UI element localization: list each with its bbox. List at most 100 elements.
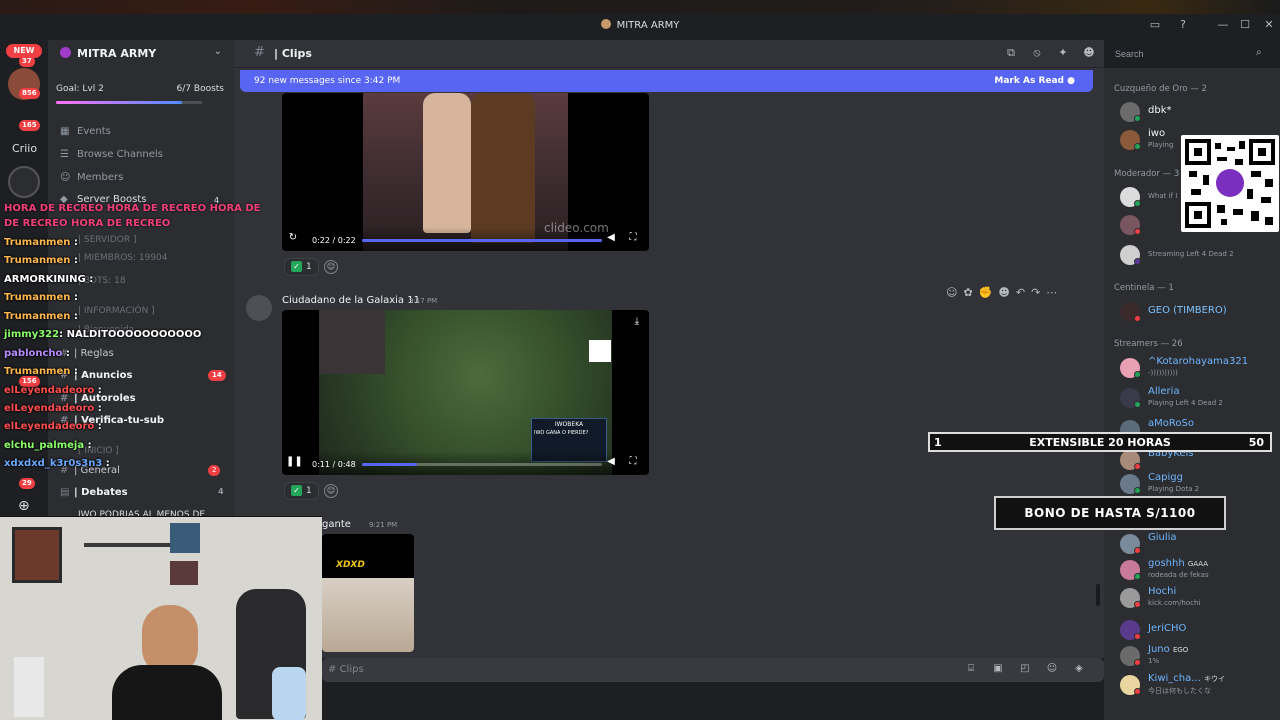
emoji-react-icon[interactable]: ☺ — [946, 286, 963, 299]
chevron-down-icon[interactable]: ⌄ — [214, 46, 222, 57]
members-label: Members — [77, 172, 124, 183]
boost-goal[interactable]: Goal: Lvl 2 — [56, 84, 104, 94]
video-figure — [471, 93, 535, 243]
category-informacion[interactable]: | INFORMACIÓN ] — [78, 306, 155, 316]
boost-count[interactable]: 6/7 Boosts — [177, 84, 224, 94]
member-activity: -)))))))))) — [1148, 369, 1178, 377]
stream-chat-line: Trumanmen : — [4, 237, 78, 248]
forum-icon: ▤ — [60, 487, 70, 498]
video-time: 0:11 / 0:48 — [312, 460, 356, 469]
chat-message: : — [73, 311, 78, 322]
gif-icon[interactable]: ▣ — [991, 663, 1005, 677]
threads-icon[interactable]: ⧉ — [1004, 46, 1018, 60]
member-item[interactable]: Juno EGO 1% — [1120, 644, 1280, 668]
video-attachment[interactable]: IWOBEKA IWO GANA O PIERDE? ⤓ ❚❚ 0:11 / 0… — [282, 310, 649, 475]
mute-icon[interactable]: ⦸ — [1030, 46, 1044, 60]
add-server-icon[interactable]: ⊕ — [18, 498, 30, 514]
member-item[interactable]: ^Kotarohayama321 -)))))))))) — [1120, 356, 1280, 380]
member-item[interactable]: Alleria Playing Left 4 Dead 2 — [1120, 386, 1280, 410]
streamer-body — [112, 665, 222, 720]
member-name: Capigg — [1148, 472, 1183, 483]
message-author[interactable]: Ciudadano de la Galaxia 11 — [282, 295, 420, 306]
replay-icon[interactable]: ↻ — [286, 232, 300, 246]
message-author[interactable]: gante — [322, 519, 351, 530]
video-progress[interactable] — [362, 463, 602, 466]
status-dot — [1134, 463, 1141, 470]
volume-icon[interactable]: ◀ — [604, 456, 618, 470]
video-progress[interactable] — [362, 239, 602, 242]
reaction-check[interactable]: ✓ 1 — [284, 482, 319, 500]
avatar[interactable] — [246, 295, 272, 321]
member-list-icon[interactable]: ☻ — [1082, 46, 1096, 60]
member-item[interactable]: dbk* — [1120, 100, 1280, 124]
download-icon[interactable]: ⤓ — [630, 316, 644, 330]
reply-icon[interactable]: ↶ — [1016, 286, 1031, 299]
server-icon[interactable] — [8, 166, 40, 198]
add-reaction-icon[interactable]: ☺ — [324, 260, 338, 274]
boost-progress-bar — [56, 101, 202, 104]
member-tag: EGO — [1172, 646, 1189, 654]
poll-question: IWO GANA O PIERDE? — [534, 430, 589, 436]
more-icon[interactable]: ⋯ — [1046, 286, 1063, 299]
channel-miembros[interactable]: | MIEMBROS: 19904 — [78, 253, 168, 263]
search-input[interactable] — [1110, 44, 1272, 64]
member-item[interactable]: Kiwi_cha... キウイ 今日は何もしたくな — [1120, 673, 1280, 697]
member-activity: 今日は何もしたくな — [1148, 687, 1211, 695]
members-item[interactable]: ☺ Members — [60, 172, 123, 183]
browse-channels-item[interactable]: ☰ Browse Channels — [60, 149, 163, 160]
member-group-header: Streamers — 26 — [1114, 339, 1183, 349]
member-item[interactable]: JeriCHO — [1120, 618, 1280, 642]
emoji-icon[interactable]: ☺ — [1045, 663, 1059, 677]
member-tag: キウイ — [1203, 675, 1225, 683]
server-avatar-icon — [600, 19, 611, 29]
chat-user: Trumanmen — [4, 255, 71, 266]
video-progress-fill — [362, 239, 602, 242]
extensible-timer-banner: 1 EXTENSIBLE 20 HORAS 50 — [928, 432, 1272, 452]
member-name: JeriCHO — [1148, 623, 1187, 634]
fullscreen-icon[interactable]: ⛶ — [626, 456, 640, 470]
scrollbar-thumb[interactable] — [1096, 584, 1100, 606]
forward-icon[interactable]: ↷ — [1031, 286, 1046, 299]
member-item[interactable]: Hochi kick.com/hochi — [1120, 586, 1280, 610]
gift-icon[interactable]: ⌸ — [964, 663, 978, 677]
server-name-header[interactable]: MITRA ARMY — [60, 47, 156, 60]
video-attachment[interactable]: XDXD — [322, 534, 414, 652]
maximize-icon[interactable]: ☐ — [1238, 18, 1252, 32]
apps-icon[interactable]: ◈ — [1072, 663, 1086, 677]
video-figure — [423, 93, 471, 233]
video-attachment[interactable]: clideo.com ↻ 0:22 / 0:22 ◀ ⛶ — [282, 93, 649, 251]
emoji-react-icon[interactable]: ✿ — [963, 286, 978, 299]
server-folder-label[interactable]: Criio — [12, 142, 37, 155]
channel-debates[interactable]: ▤ | Debates 4 — [60, 487, 224, 498]
help-icon[interactable]: ? — [1176, 18, 1190, 32]
mark-as-read-button[interactable]: Mark As Read ● — [994, 76, 1075, 86]
inbox-icon[interactable]: ▭ — [1148, 18, 1162, 32]
add-reaction-icon[interactable]: ☻ — [998, 286, 1015, 299]
close-icon[interactable]: ✕ — [1262, 18, 1276, 32]
minimize-icon[interactable]: — — [1216, 18, 1230, 32]
member-item[interactable]: Capigg Playing Dota 2 — [1120, 472, 1280, 496]
member-item[interactable]: Streaming Left 4 Dead 2 — [1120, 243, 1280, 267]
pin-icon[interactable]: ✦ — [1056, 46, 1070, 60]
new-messages-bar[interactable]: 92 new messages since 3:42 PM Mark As Re… — [240, 70, 1093, 92]
fullscreen-icon[interactable]: ⛶ — [626, 232, 640, 246]
message-composer[interactable]: # Clips ⌸ ▣ ◰ ☺ ◈ — [322, 658, 1104, 682]
member-item[interactable]: goshhh GAAA rodeada de fekas — [1120, 558, 1280, 582]
volume-icon[interactable]: ◀ — [604, 232, 618, 246]
sticker-icon[interactable]: ◰ — [1018, 663, 1032, 677]
reaction-check[interactable]: ✓ 1 — [284, 258, 319, 276]
member-item[interactable]: Giulia — [1120, 532, 1280, 556]
events-item[interactable]: ▦ Events — [60, 126, 111, 137]
add-reaction-icon[interactable]: ☺ — [324, 484, 338, 498]
chat-user: elLeyendadeoro — [4, 385, 95, 396]
member-name: Giulia — [1148, 532, 1177, 543]
category-servidor[interactable]: | SERVIDOR ] — [78, 235, 137, 245]
emoji-react-icon[interactable]: ✊ — [979, 286, 999, 299]
mention-count: 37 — [19, 56, 35, 67]
member-item[interactable]: GEO (TIMBERO) — [1120, 300, 1280, 324]
pause-icon[interactable]: ❚❚ — [286, 456, 303, 470]
marquee-text: DE RECREO HORA DE RECREO — [4, 218, 171, 229]
status-dot — [1134, 633, 1141, 640]
bonus-banner: BONO DE HASTA S/1100 — [994, 496, 1226, 530]
status-dot — [1134, 115, 1141, 122]
